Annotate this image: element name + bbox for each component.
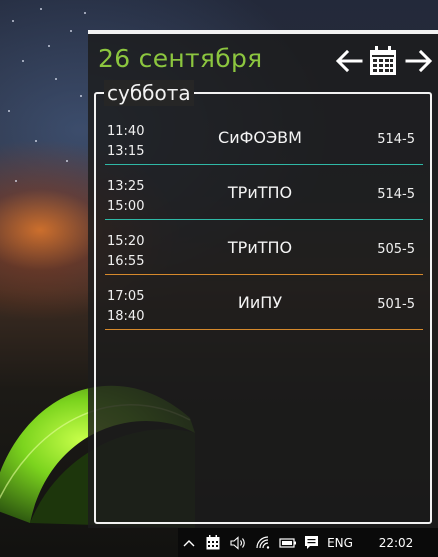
lesson-start-time: 11:40	[107, 124, 145, 139]
lesson-times: 15:20 16:55	[107, 232, 144, 272]
top-divider	[88, 30, 438, 34]
lesson-divider	[105, 329, 423, 330]
schedule-app: 26 сентября суббота 11:40 13:15 СиФОЭВМ …	[88, 30, 438, 528]
battery-button[interactable]	[276, 528, 300, 557]
lesson-subject: ИиПУ	[237, 293, 283, 312]
lesson-row[interactable]: 17:05 18:40 ИиПУ 501-5	[105, 285, 423, 330]
date-title: 26 сентября	[98, 44, 263, 73]
wallpaper-stars	[0, 0, 100, 260]
lesson-divider	[105, 219, 423, 220]
calendar-icon	[370, 46, 396, 75]
lesson-room: 514-5	[377, 132, 415, 147]
lesson-room: 505-5	[377, 242, 415, 257]
lesson-divider	[105, 274, 423, 275]
arrow-left-icon	[335, 49, 363, 73]
lesson-subject: СиФОЭВМ	[218, 128, 302, 147]
input-language-indicator[interactable]: ENG	[324, 528, 356, 557]
volume-icon	[229, 535, 245, 550]
lesson-end-time: 18:40	[107, 309, 145, 324]
lesson-end-time: 15:00	[107, 199, 145, 214]
weekday-label: суббота	[104, 80, 194, 106]
calendar-tray-button[interactable]	[202, 528, 224, 557]
volume-button[interactable]	[226, 528, 250, 557]
arrow-right-icon	[405, 49, 433, 73]
lesson-end-time: 16:55	[107, 254, 145, 269]
network-button[interactable]	[252, 528, 274, 557]
lesson-end-time: 13:15	[107, 144, 145, 159]
lesson-start-time: 15:20	[107, 234, 145, 249]
next-day-button[interactable]	[402, 44, 436, 78]
battery-icon	[279, 537, 296, 548]
lesson-row[interactable]: 13:25 15:00 ТРиТПО 514-5	[105, 175, 423, 220]
lesson-subject: ТРиТПО	[227, 238, 293, 257]
calendar-button[interactable]	[366, 44, 400, 78]
lesson-subject: ТРиТПО	[227, 183, 293, 202]
network-icon	[255, 536, 269, 549]
lesson-times: 13:25 15:00	[107, 177, 144, 217]
system-clock[interactable]: 22:02	[374, 528, 418, 557]
taskbar-tray: ENG 22:02	[178, 528, 438, 557]
lesson-room: 514-5	[377, 187, 415, 202]
lesson-room: 501-5	[377, 297, 415, 312]
lesson-times: 11:40 13:15	[107, 122, 144, 162]
day-schedule-group: суббота 11:40 13:15 СиФОЭВМ 514-5 13:25 …	[94, 80, 432, 524]
lesson-start-time: 17:05	[107, 289, 145, 304]
action-center-button[interactable]	[300, 528, 322, 557]
notification-icon	[304, 536, 318, 549]
lesson-row[interactable]: 15:20 16:55 ТРиТПО 505-5	[105, 230, 423, 275]
previous-day-button[interactable]	[332, 44, 366, 78]
lesson-row[interactable]: 11:40 13:15 СиФОЭВМ 514-5	[105, 120, 423, 165]
chevron-up-icon	[183, 539, 195, 546]
lesson-times: 17:05 18:40	[107, 287, 144, 327]
calendar-tray-icon	[206, 535, 220, 550]
show-hidden-icons-button[interactable]	[178, 528, 200, 557]
lesson-start-time: 13:25	[107, 179, 145, 194]
lesson-divider	[105, 164, 423, 165]
